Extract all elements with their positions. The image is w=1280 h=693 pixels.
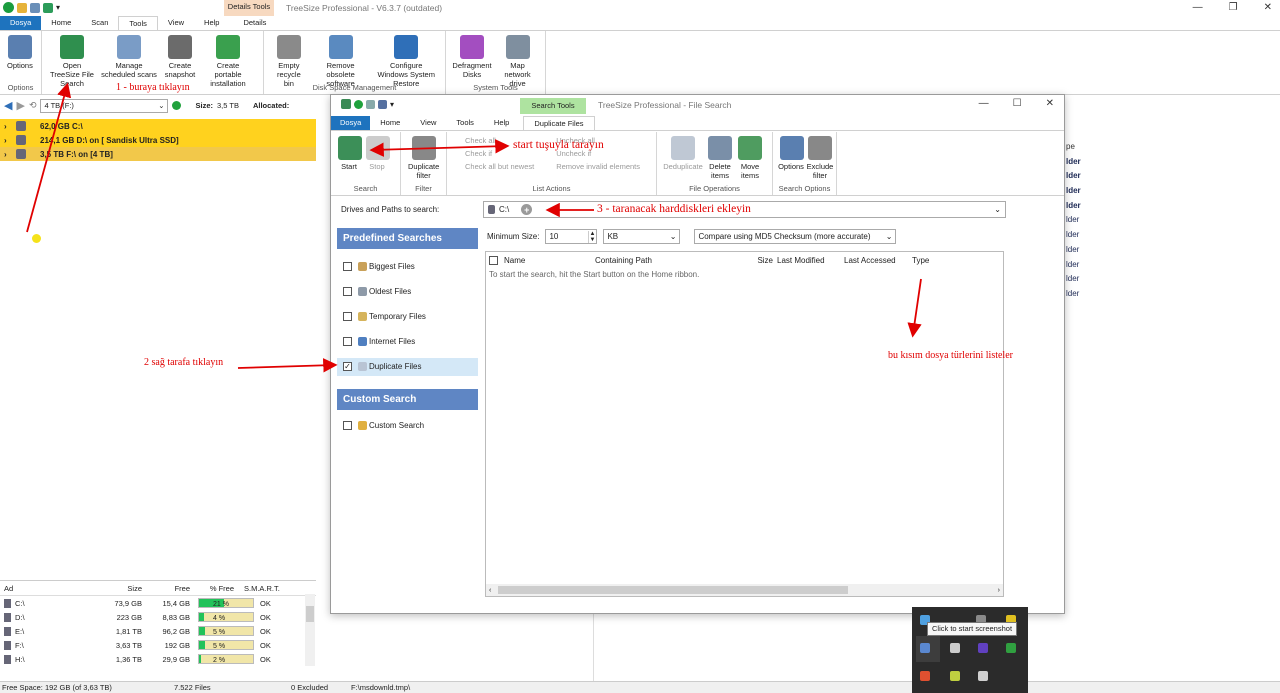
arrow-3b	[439, 139, 510, 154]
annotation-arrows	[26, 82, 922, 373]
annotation-5: bu kısım dosya türlerini listeler	[888, 350, 1013, 361]
arrow-1	[26, 82, 72, 233]
arrow-5	[907, 278, 922, 338]
arrow-3a	[369, 142, 441, 157]
annotation-3: start tuşuyla tarayın	[513, 139, 604, 151]
arrow-2	[237, 358, 338, 373]
annotation-1: 1 - buraya tıklayın	[116, 82, 190, 93]
annotation-4: 3 - taranacak harddiskleri ekleyin	[597, 203, 751, 215]
annotation-2: 2 sağ tarafa tıklayın	[144, 357, 224, 368]
